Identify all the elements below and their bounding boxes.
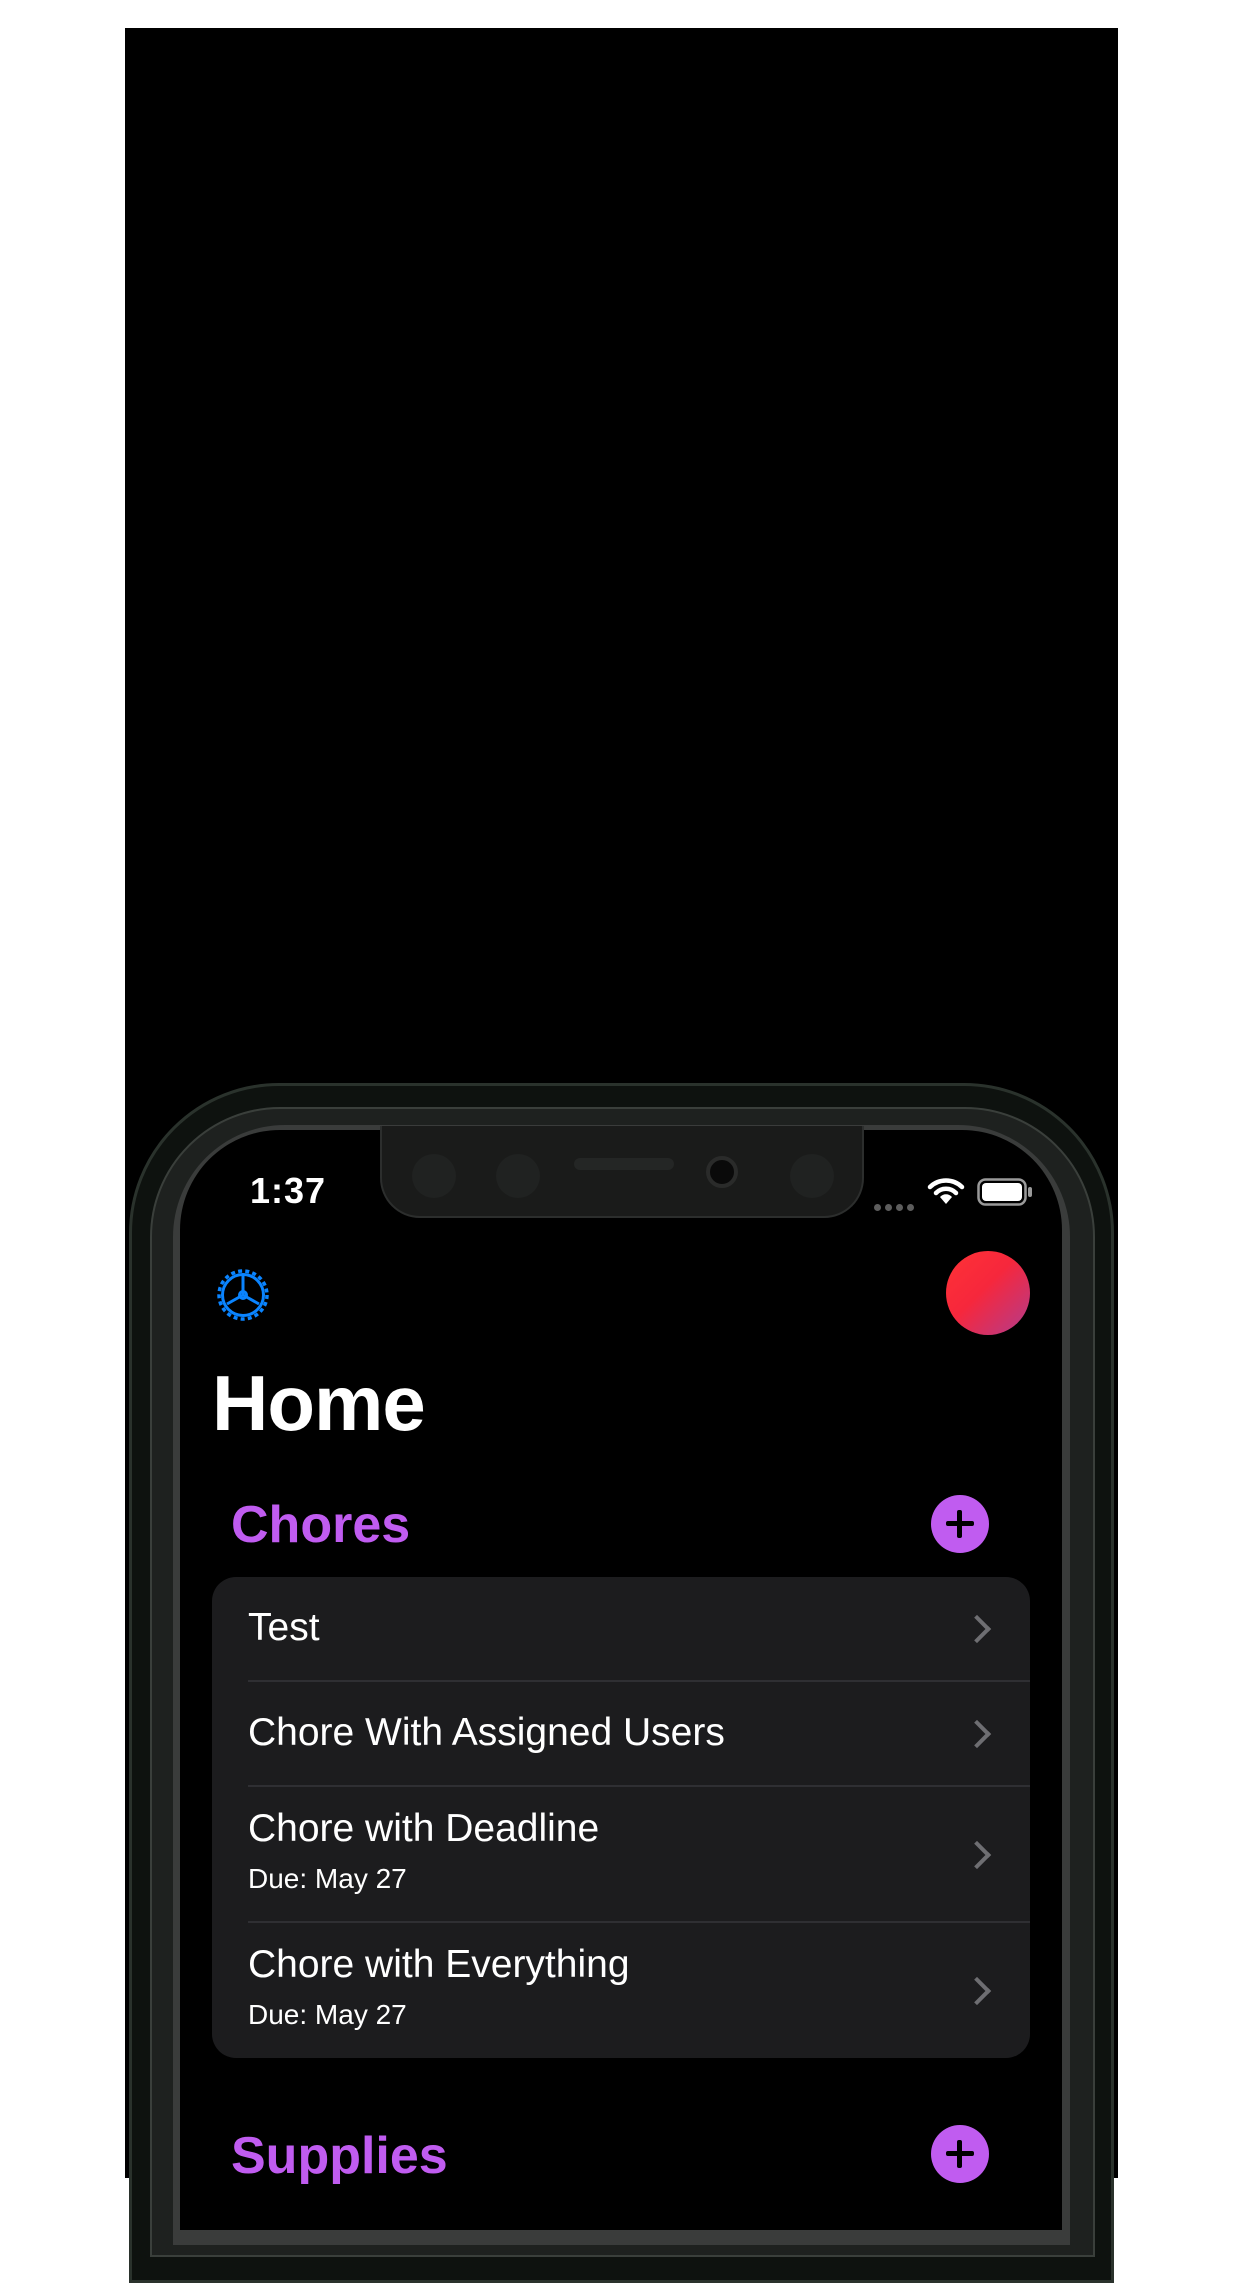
wifi-icon (927, 1178, 965, 1204)
notch-sensor (412, 1154, 456, 1198)
chore-title: Chore With Assigned Users (248, 1711, 725, 1754)
chore-title: Test (248, 1606, 320, 1649)
avatar[interactable] (946, 1251, 1030, 1335)
page-title: Home (212, 1359, 426, 1447)
notch (380, 1126, 864, 1218)
list-item[interactable]: Chore With Assigned Users (212, 1682, 1030, 1786)
section-title-chores: Chores (231, 1496, 411, 1554)
battery-icon (977, 1178, 1032, 1206)
chevron-right-icon (962, 1614, 992, 1644)
add-chore-button[interactable] (931, 1495, 989, 1553)
chore-title: Chore with Everything (248, 1943, 630, 1986)
chore-due-date: Due: May 27 (248, 1999, 407, 2030)
front-camera (706, 1156, 738, 1188)
add-supply-button[interactable] (931, 2125, 989, 2183)
chevron-right-icon (962, 1840, 992, 1870)
chore-title: Chore with Deadline (248, 1807, 600, 1850)
list-item[interactable]: Chore with Everything Due: May 27 (212, 1923, 1030, 2058)
list-item[interactable]: Chore with Deadline Due: May 27 (212, 1787, 1030, 1921)
chevron-right-icon (962, 1976, 992, 2006)
chores-list: Test Chore With Assigned Users Chore wit… (212, 1577, 1030, 2058)
cellular-signal-icon (874, 1198, 918, 1211)
status-time: 1:37 (250, 1170, 327, 1211)
chore-due-date: Due: May 27 (248, 1863, 407, 1894)
list-item[interactable]: Test (212, 1577, 1030, 1681)
notch-sensor (790, 1154, 834, 1198)
notch-speaker (574, 1158, 674, 1170)
section-title-supplies: Supplies (231, 2127, 448, 2185)
notch-sensor (496, 1154, 540, 1198)
gear-icon[interactable] (213, 1265, 273, 1325)
chevron-right-icon (962, 1719, 992, 1749)
